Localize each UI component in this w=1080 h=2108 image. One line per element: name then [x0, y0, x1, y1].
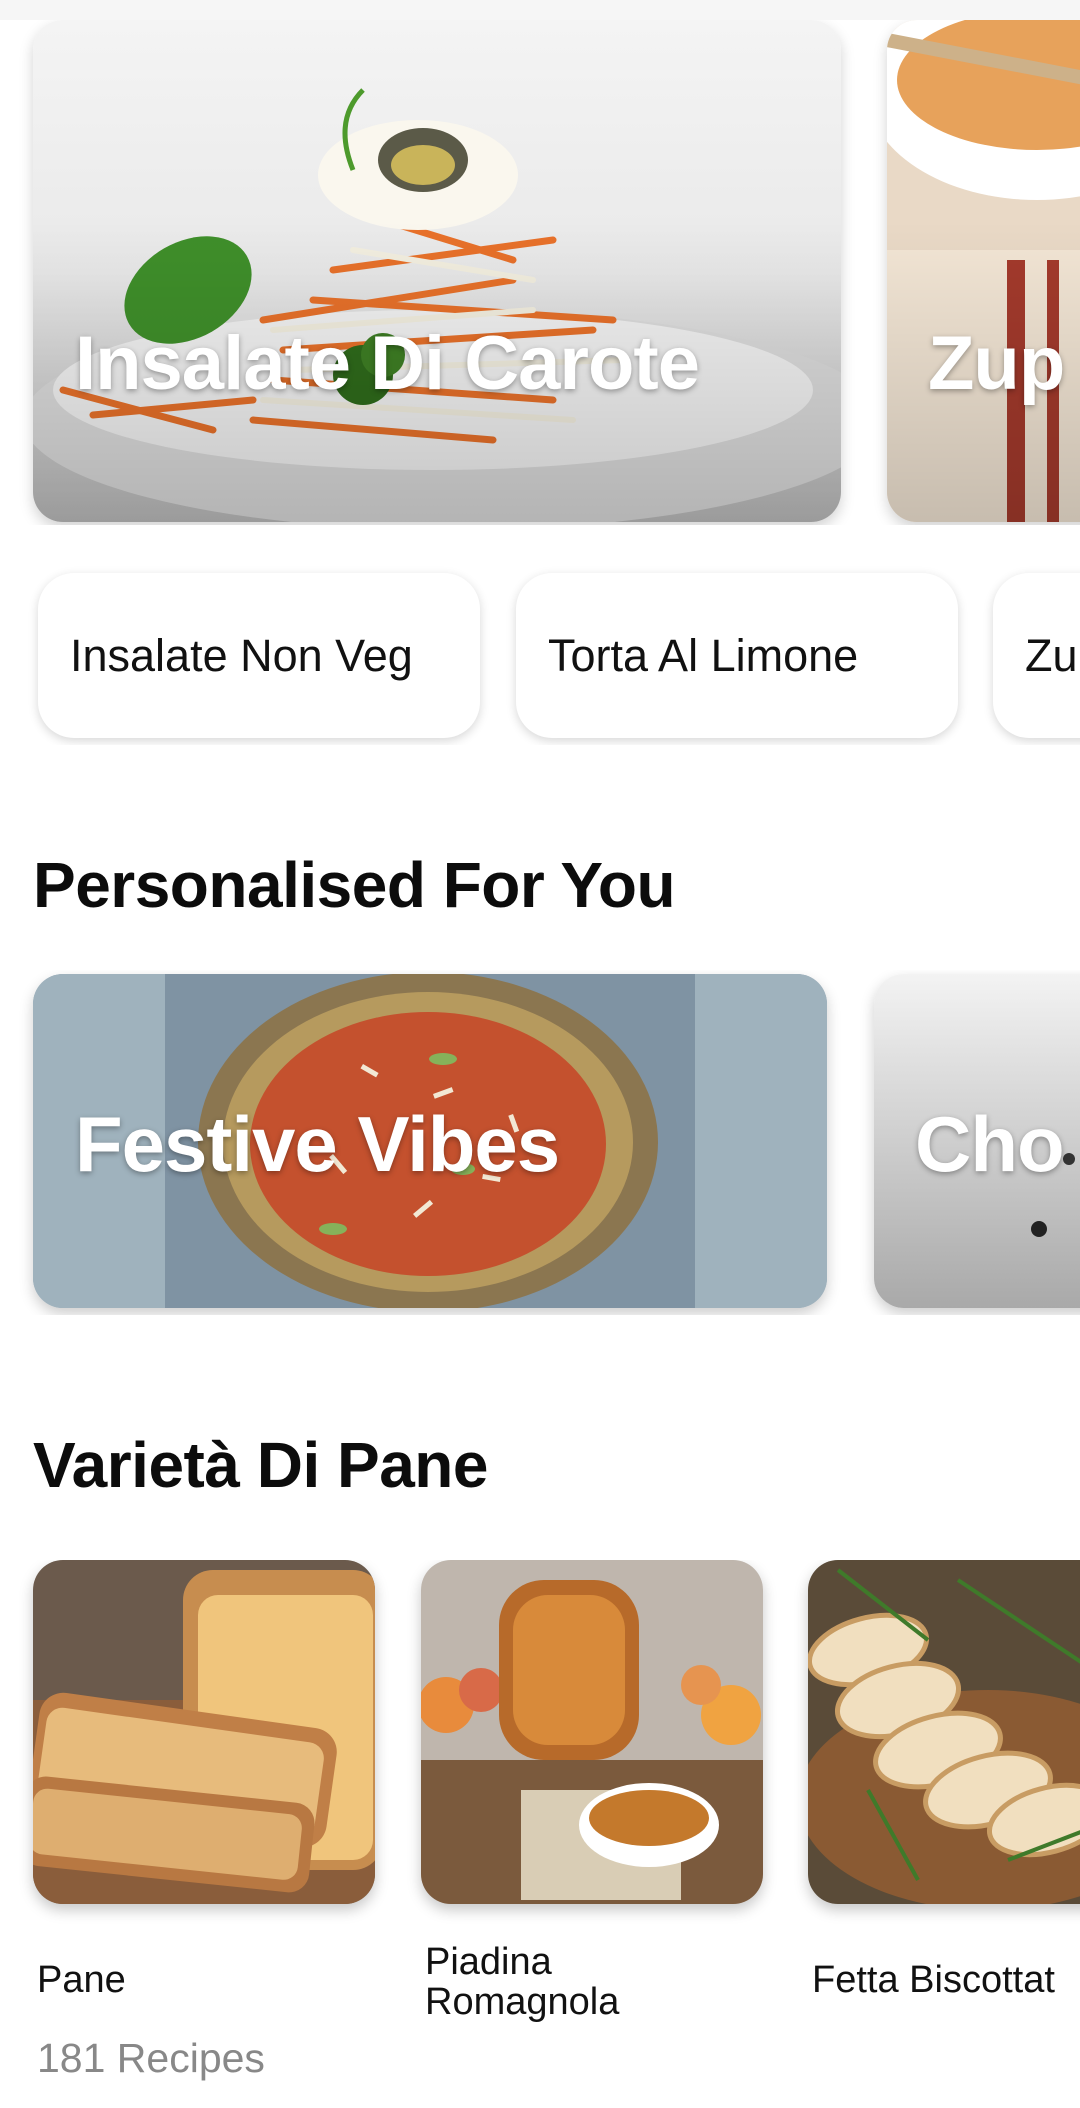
tile-name: Pane: [37, 1959, 126, 2001]
chip-zuppe[interactable]: Zu: [993, 573, 1080, 738]
hero-card-title: Zup: [928, 321, 1065, 406]
hero-card-title: Insalate Di Carote: [75, 321, 700, 406]
bread-slices-image: [808, 1560, 1080, 1904]
card-chocolate[interactable]: Cho: [874, 974, 1080, 1308]
hero-card-insalate-di-carote[interactable]: Insalate Di Carote: [33, 20, 841, 522]
bread-carousel[interactable]: Pane 181 Recipes Piadina Romagnola Fetta…: [0, 1560, 1080, 2108]
tile-pane[interactable]: Pane 181 Recipes: [33, 1560, 375, 2081]
section-title-bread: Varietà Di Pane: [33, 1429, 488, 1501]
card-title: Festive Vibes: [75, 1100, 560, 1188]
tile-piadina-romagnola[interactable]: Piadina Romagnola: [421, 1560, 763, 2022]
card-title: Cho: [915, 1100, 1065, 1188]
chip-torta-al-limone[interactable]: Torta Al Limone: [516, 573, 958, 738]
tile-name-line1: Piadina: [425, 1941, 552, 1983]
section-title-personalised: Personalised For You: [33, 849, 676, 921]
category-chips: Insalate Non Veg Torta Al Limone Zu: [0, 565, 1080, 745]
tile-recipe-count: 181 Recipes: [37, 2035, 265, 2081]
personalised-carousel[interactable]: Festive Vibes Cho: [0, 970, 1080, 1315]
bread-loaf-image: [33, 1560, 375, 1904]
hero-card-zuppa[interactable]: Zup: [887, 20, 1080, 522]
card-festive-vibes[interactable]: Festive Vibes: [33, 974, 827, 1308]
tile-name-line2: Romagnola: [425, 1981, 620, 2023]
tile-fetta-biscottata[interactable]: Fetta Biscottat: [808, 1560, 1080, 2000]
jam-jar-image: [421, 1560, 763, 1904]
chip-insalate-non-veg[interactable]: Insalate Non Veg: [38, 573, 480, 738]
tile-name: Fetta Biscottat: [812, 1959, 1055, 2001]
status-bar-strip: [0, 0, 1080, 20]
hero-carousel[interactable]: Insalate Di Carote Zup: [0, 20, 1080, 525]
